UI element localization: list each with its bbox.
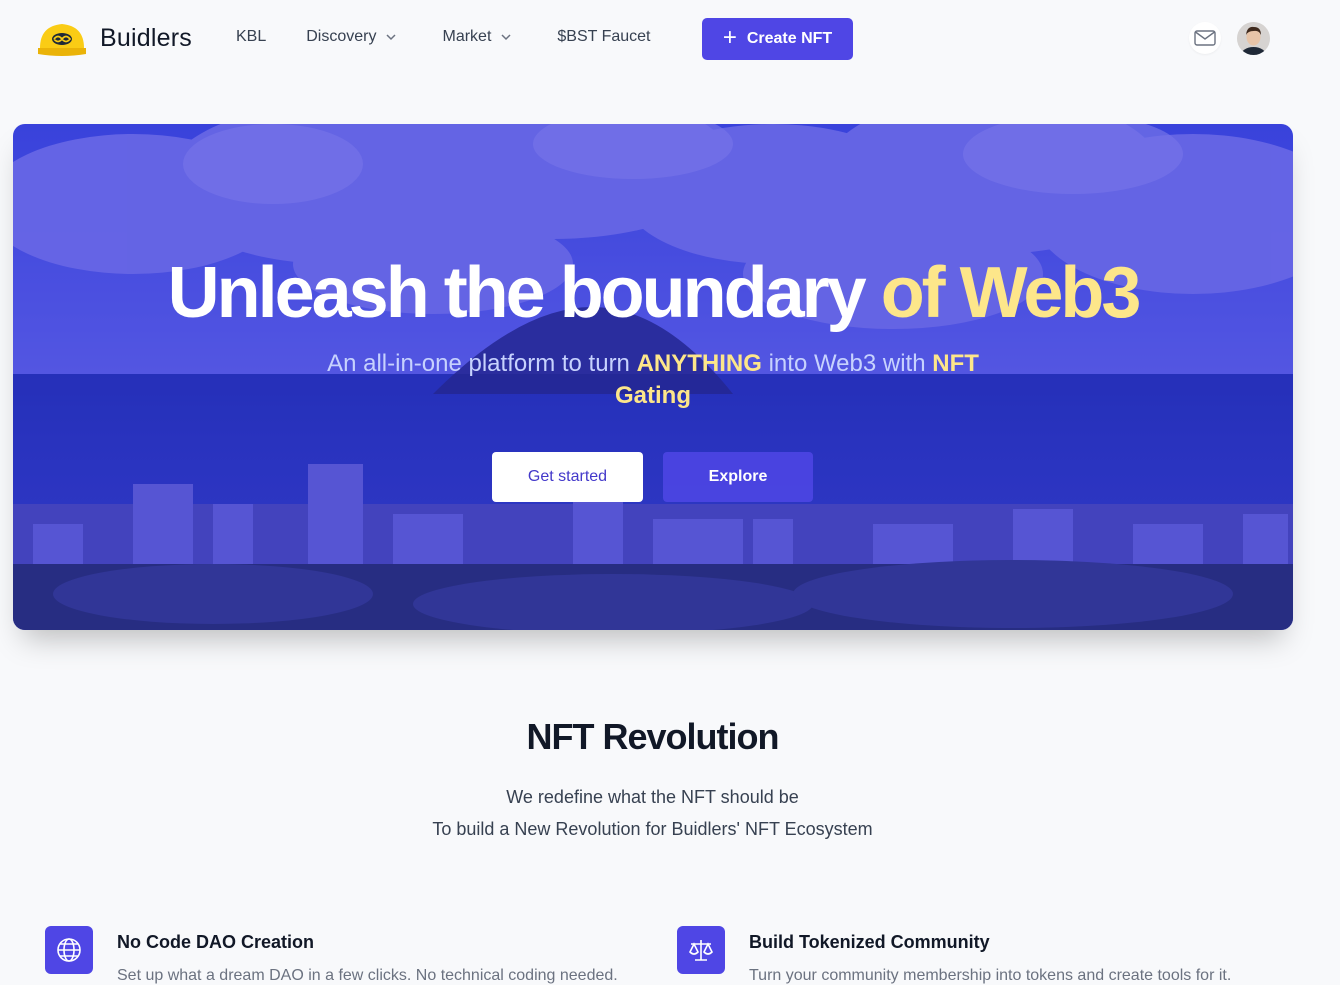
user-avatar[interactable] xyxy=(1237,22,1270,55)
main-nav: KBL Discovery Market $BST Faucet xyxy=(236,28,650,46)
chevron-down-icon xyxy=(501,34,511,41)
nav-item-discovery[interactable]: Discovery xyxy=(306,28,398,46)
globe-icon xyxy=(45,926,93,974)
nav-item-kbl[interactable]: KBL xyxy=(236,28,266,46)
brand-logo[interactable]: Buidlers xyxy=(36,18,192,58)
brand-name: Buidlers xyxy=(100,23,192,52)
nav-label: Market xyxy=(442,28,492,45)
nav-item-market[interactable]: Market xyxy=(442,28,513,46)
get-started-button[interactable]: Get started xyxy=(492,452,643,502)
feature-description: Turn your community membership into toke… xyxy=(749,967,1232,984)
feature-description: Set up what a dream DAO in a few clicks.… xyxy=(117,967,618,984)
feature-no-code-dao: No Code DAO Creation Set up what a dream… xyxy=(45,926,618,985)
nav-label: $BST Faucet xyxy=(557,28,651,45)
hero-subtitle: An all-in-one platform to turn ANYTHING … xyxy=(327,350,979,409)
nav-label: Discovery xyxy=(306,28,377,45)
section-description-line-1: We redefine what the NFT should be xyxy=(506,787,799,807)
nav-item-bst-faucet[interactable]: $BST Faucet xyxy=(557,28,650,46)
section-description-line-2: To build a New Revolution for Buidlers' … xyxy=(432,819,873,839)
feature-title: No Code DAO Creation xyxy=(117,932,315,952)
chevron-down-icon xyxy=(386,34,397,41)
create-nft-button[interactable]: + Create NFT xyxy=(702,18,853,60)
feature-tokenized-community: Build Tokenized Community Turn your comm… xyxy=(677,926,1231,985)
hard-hat-icon xyxy=(36,18,88,58)
hero-title: Unleash the boundary of Web3 xyxy=(167,253,1142,333)
section-title: NFT Revolution xyxy=(526,716,780,757)
scale-icon xyxy=(677,926,725,974)
hero-banner: Unleash the boundary of Web3 An all-in-o… xyxy=(13,124,1293,630)
create-nft-label: Create NFT xyxy=(746,30,833,47)
mail-button[interactable] xyxy=(1189,22,1221,54)
feature-title: Build Tokenized Community xyxy=(749,932,990,952)
plus-icon: + xyxy=(722,24,737,51)
nav-label: KBL xyxy=(236,28,267,45)
explore-button[interactable]: Explore xyxy=(663,452,813,502)
mail-icon xyxy=(1194,30,1216,46)
top-navbar: Buidlers KBL Discovery Market $BST Fauce… xyxy=(0,0,1340,78)
